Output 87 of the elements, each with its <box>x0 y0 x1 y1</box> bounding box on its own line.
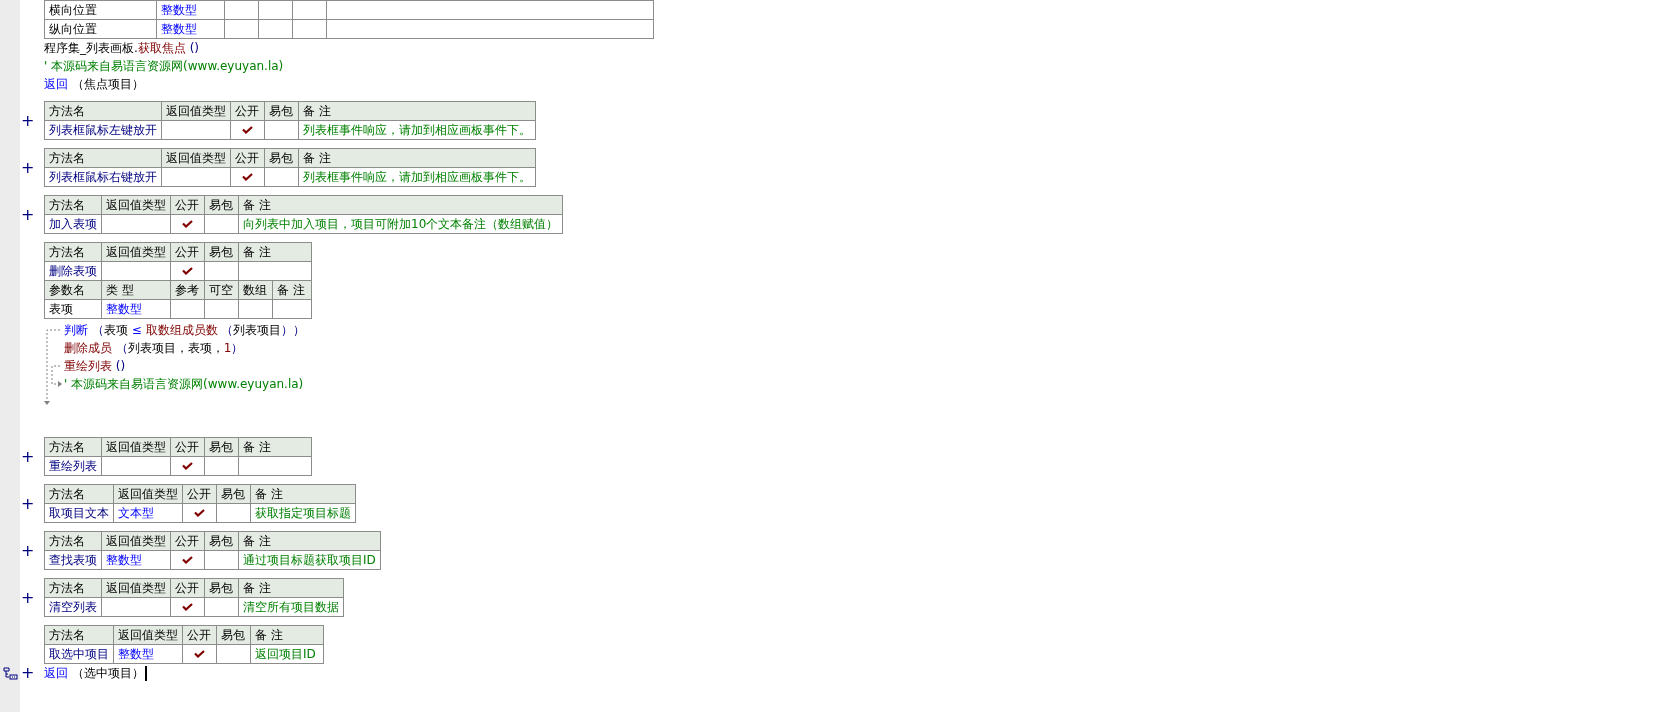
structure-icon[interactable] <box>2 666 18 680</box>
expand-toggle[interactable]: + <box>20 589 35 606</box>
table-cell: 整数型 <box>101 299 171 319</box>
column-header: 方法名 <box>44 531 102 551</box>
column-header: 公开 <box>170 242 205 262</box>
column-header: 返回值类型 <box>101 242 171 262</box>
table-cell: 列表框鼠标左键放开 <box>44 120 162 140</box>
table-cell: 向列表中加入项目，项目可附加10个文本备注（数组赋值） <box>238 214 563 234</box>
table-cell: 整数型 <box>113 644 183 664</box>
table-cell: 重绘列表 <box>44 456 102 476</box>
column-header: 公开 <box>182 484 217 504</box>
column-header: 公开 <box>170 437 205 457</box>
code-comment: ' 本源码来自易语言资源网(www.eyuyan.la) <box>44 58 284 75</box>
column-header: 返回值类型 <box>113 625 183 645</box>
column-header: 易包 <box>204 437 239 457</box>
column-header: 方法名 <box>44 242 102 262</box>
column-header: 易包 <box>204 242 239 262</box>
table-cell: 查找表项 <box>44 550 102 570</box>
column-header: 返回值类型 <box>113 484 183 504</box>
table-cell: 取选中项目 <box>44 644 114 664</box>
table-cell: 列表框鼠标右键放开 <box>44 167 162 187</box>
table-cell: 清空所有项目数据 <box>238 597 344 617</box>
table-cell: 文本型 <box>113 503 183 523</box>
table-cell: 清空列表 <box>44 597 102 617</box>
expand-toggle[interactable]: + <box>20 542 35 559</box>
table-cell: 加入表项 <box>44 214 102 234</box>
code-line: 删除成员 （列表项目，表项，1） <box>64 340 245 357</box>
code-line: 重绘列表 () <box>64 358 127 375</box>
table-cell: 获取指定项目标题 <box>250 503 356 523</box>
column-header: 方法名 <box>44 195 102 215</box>
column-header: 备 注 <box>238 437 312 457</box>
expand-toggle[interactable]: + <box>20 206 35 223</box>
column-header: 易包 <box>204 195 239 215</box>
column-header: 易包 <box>216 625 251 645</box>
column-header: 易包 <box>204 578 239 598</box>
code-line: 程序集_列表画板.获取焦点 () <box>44 40 199 57</box>
table-cell: 返回项目ID <box>250 644 324 664</box>
table-cell: 列表框事件响应，请加到相应画板事件下。 <box>298 120 536 140</box>
column-header: 备 注 <box>238 195 563 215</box>
column-header: 易包 <box>264 148 299 168</box>
table-cell: 表项 <box>44 299 102 319</box>
column-header: 易包 <box>216 484 251 504</box>
code-line: 返回 （选中项目） <box>44 664 147 682</box>
code-comment: ' 本源码来自易语言资源网(www.eyuyan.la) <box>64 376 305 393</box>
column-header: 返回值类型 <box>101 195 171 215</box>
code-line: 判断 （表项 ≤ 取数组成员数 （列表项目）） <box>64 322 306 339</box>
column-header: 公开 <box>170 195 205 215</box>
column-header: 公开 <box>230 101 265 121</box>
expand-toggle[interactable]: + <box>20 495 35 512</box>
column-header: 返回值类型 <box>161 101 231 121</box>
column-header: 备 注 <box>238 531 381 551</box>
table-cell: 删除表项 <box>44 261 102 281</box>
column-header: 方法名 <box>44 148 162 168</box>
code-line: 返回 （焦点项目） <box>44 76 144 93</box>
table-cell: 通过项目标题获取项目ID <box>238 550 381 570</box>
column-header: 备 注 <box>238 578 344 598</box>
column-header: 方法名 <box>44 484 114 504</box>
column-header: 备 注 <box>298 101 536 121</box>
table-cell: 整数型 <box>101 550 171 570</box>
table-cell: 列表框事件响应，请加到相应画板事件下。 <box>298 167 536 187</box>
column-header: 方法名 <box>44 437 102 457</box>
column-header: 方法名 <box>44 625 114 645</box>
expand-toggle[interactable]: + <box>20 448 35 465</box>
column-header: 方法名 <box>44 101 162 121</box>
column-header: 备 注 <box>298 148 536 168</box>
column-header: 备 注 <box>238 242 312 262</box>
table-cell: 整数型 <box>156 0 225 20</box>
table-cell: 纵向位置 <box>44 19 157 39</box>
table-cell: 横向位置 <box>44 0 157 20</box>
expand-toggle[interactable]: + <box>20 112 35 129</box>
column-header: 方法名 <box>44 578 102 598</box>
table-cell: 整数型 <box>156 19 225 39</box>
column-header: 备 注 <box>250 484 356 504</box>
column-header: 公开 <box>230 148 265 168</box>
column-header: 备 注 <box>250 625 324 645</box>
column-header: 返回值类型 <box>101 578 171 598</box>
expand-toggle[interactable]: + <box>20 159 35 176</box>
column-header: 返回值类型 <box>101 437 171 457</box>
table-cell: 取项目文本 <box>44 503 114 523</box>
column-header: 公开 <box>170 531 205 551</box>
expand-toggle[interactable]: + <box>20 665 35 681</box>
column-header: 返回值类型 <box>161 148 231 168</box>
column-header: 公开 <box>182 625 217 645</box>
column-header: 返回值类型 <box>101 531 171 551</box>
column-header: 易包 <box>264 101 299 121</box>
column-header: 易包 <box>204 531 239 551</box>
column-header: 公开 <box>170 578 205 598</box>
